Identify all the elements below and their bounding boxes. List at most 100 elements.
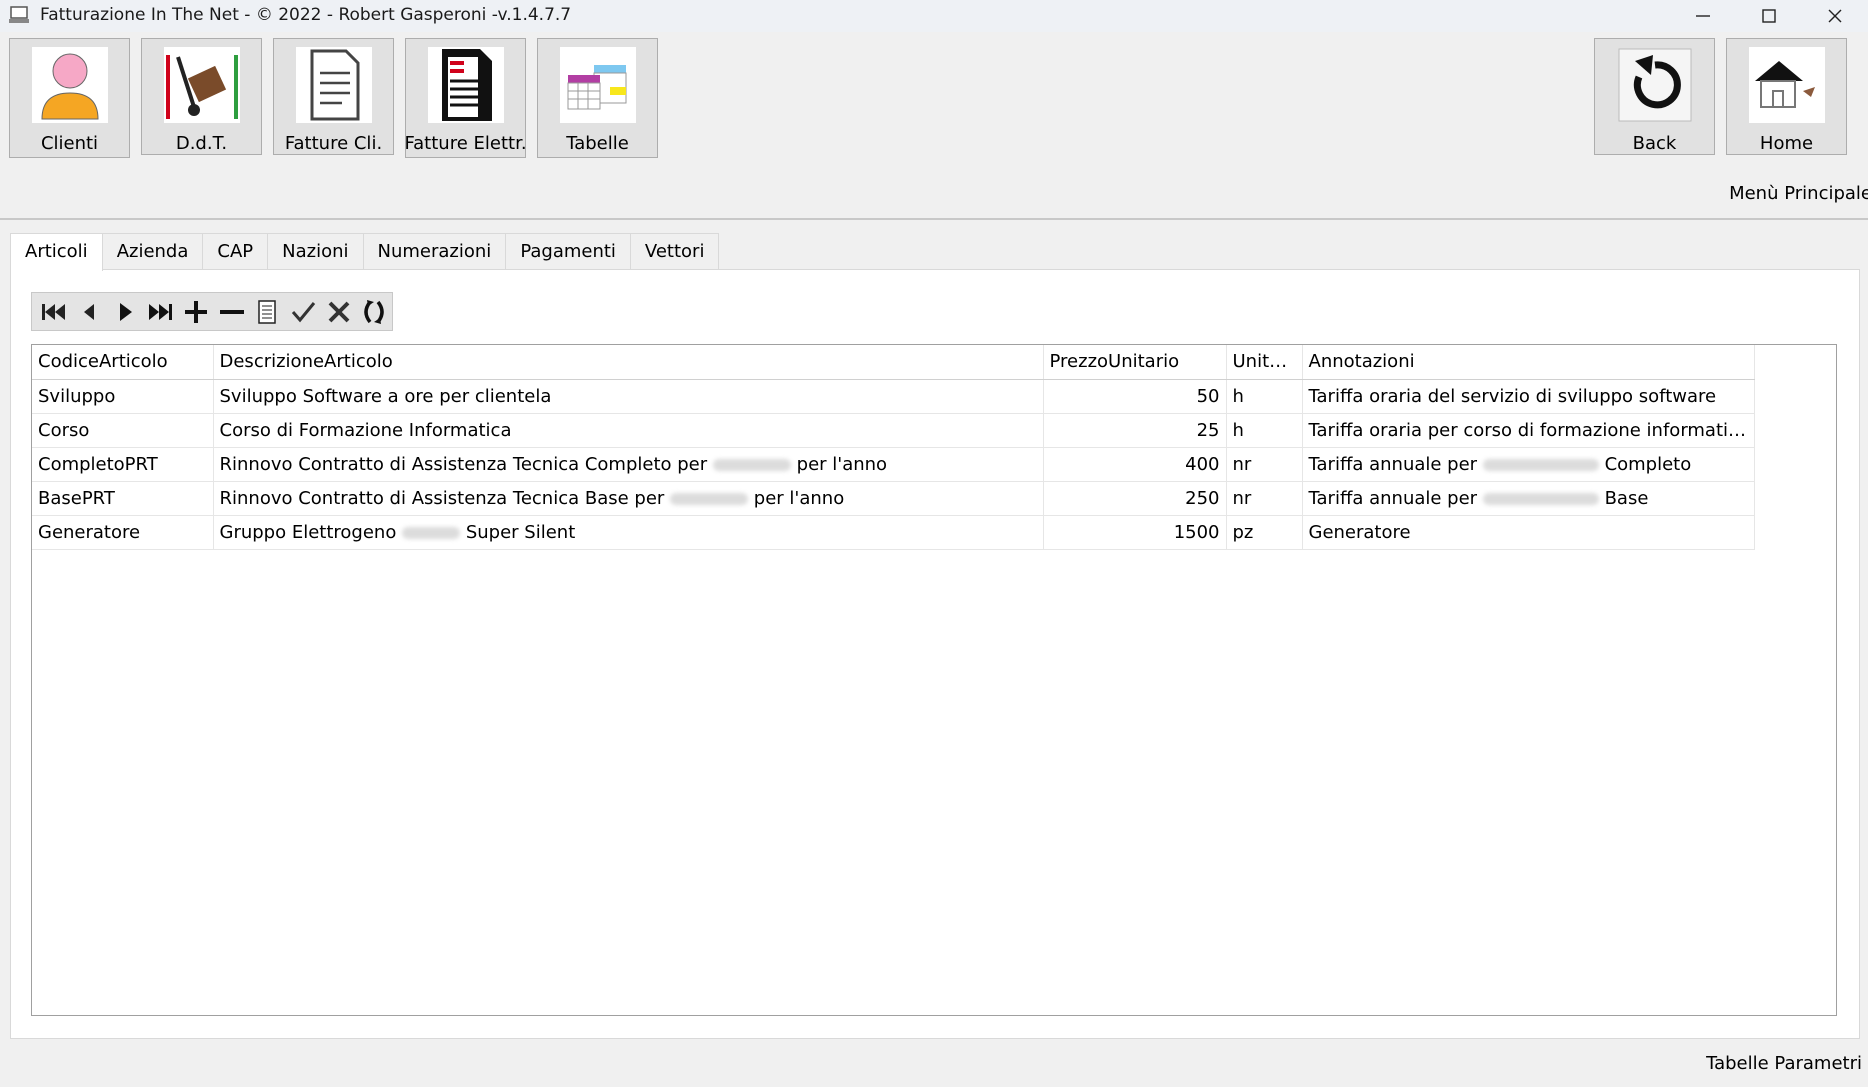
record-navigator <box>31 292 393 331</box>
first-record-button[interactable] <box>36 294 72 330</box>
table-row[interactable]: Corso Corso di Formazione Informatica 25… <box>32 413 1755 448</box>
previous-record-icon <box>84 303 95 320</box>
desc-text-end: per l'anno <box>753 487 845 509</box>
previous-record-button[interactable] <box>72 294 108 330</box>
redacted-text <box>1482 492 1599 505</box>
cell-price[interactable]: 1500 <box>1043 515 1227 550</box>
column-header-codice[interactable]: CodiceArticolo <box>32 345 214 380</box>
column-header-annotazioni[interactable]: Annotazioni <box>1302 345 1755 380</box>
cell-desc[interactable]: Rinnovo Contratto di Assistenza Tecnica … <box>213 447 1044 482</box>
table-row[interactable]: BasePRT Rinnovo Contratto di Assistenza … <box>32 481 1755 516</box>
edit-record-button[interactable] <box>250 294 286 330</box>
cell-price[interactable]: 25 <box>1043 413 1227 448</box>
tab-nazioni[interactable]: Nazioni <box>267 233 364 270</box>
next-record-icon <box>119 302 132 321</box>
close-button[interactable] <box>1802 0 1868 32</box>
cell-notes[interactable]: Tariffa annuale per Base <box>1302 481 1755 516</box>
fatture-cli-button[interactable]: Fatture Cli. <box>273 38 394 155</box>
back-button[interactable]: Back <box>1594 38 1715 155</box>
notes-text-start: Tariffa annuale per <box>1308 453 1478 475</box>
tab-cap[interactable]: CAP <box>202 233 269 270</box>
cell-notes[interactable]: Generatore <box>1302 515 1755 550</box>
refresh-button[interactable] <box>356 294 392 330</box>
cancel-record-button[interactable] <box>321 294 357 330</box>
column-header-prezzo[interactable]: PrezzoUnitario <box>1043 345 1227 380</box>
desc-text-start: Rinnovo Contratto di Assistenza Tecnica … <box>219 487 665 509</box>
save-icon <box>291 301 316 322</box>
tables-icon <box>559 47 636 123</box>
save-record-button[interactable] <box>285 294 321 330</box>
ddt-label: D.d.T. <box>175 133 228 154</box>
cell-desc[interactable]: Gruppo Elettrogeno Super Silent <box>213 515 1044 550</box>
maximize-button[interactable] <box>1736 0 1802 32</box>
cell-desc[interactable]: Rinnovo Contratto di Assistenza Tecnica … <box>213 481 1044 516</box>
redacted-text <box>402 526 461 539</box>
cell-code[interactable]: Corso <box>32 413 214 448</box>
app-laptop-icon <box>8 5 30 25</box>
column-header-unita[interactable]: Unita... <box>1226 345 1303 380</box>
cell-price[interactable]: 50 <box>1043 379 1227 414</box>
tabelle-button[interactable]: Tabelle <box>537 38 658 158</box>
articoli-table: CodiceArticolo DescrizioneArticolo Prezz… <box>32 345 1755 550</box>
cell-desc[interactable]: Corso di Formazione Informatica <box>213 413 1044 448</box>
cell-price[interactable]: 250 <box>1043 481 1227 516</box>
first-record-icon <box>41 303 65 320</box>
tab-azienda[interactable]: Azienda <box>101 233 204 270</box>
cell-notes[interactable]: Tariffa annuale per Completo <box>1302 447 1755 482</box>
status-label: Tabelle Parametri <box>1706 1053 1862 1074</box>
column-header-descrizione[interactable]: DescrizioneArticolo <box>213 345 1044 380</box>
add-record-button[interactable] <box>178 294 214 330</box>
notes-text-start: Tariffa annuale per <box>1308 487 1478 509</box>
maximize-icon <box>1762 9 1776 23</box>
redacted-text <box>670 492 749 505</box>
table-row[interactable]: Generatore Gruppo Elettrogeno Super Sile… <box>32 515 1755 550</box>
cell-code[interactable]: Generatore <box>32 515 214 550</box>
cell-unit[interactable]: pz <box>1226 515 1303 550</box>
last-record-button[interactable] <box>143 294 179 330</box>
clienti-button[interactable]: Clienti <box>9 38 130 158</box>
desc-text-start: Gruppo Elettrogeno <box>219 521 397 543</box>
table-row[interactable]: Sviluppo Sviluppo Software a ore per cli… <box>32 379 1755 414</box>
title-bar: Fatturazione In The Net - © 2022 - Rober… <box>0 0 1868 32</box>
desc-text-end: Super Silent <box>465 521 576 543</box>
notes-text-end: Base <box>1604 487 1649 509</box>
fatture-elettr-button[interactable]: Fatture Elettr. <box>404 38 527 158</box>
minimize-button[interactable] <box>1670 0 1736 32</box>
tabelle-label: Tabelle <box>566 133 629 154</box>
tab-articoli[interactable]: Articoli <box>10 233 103 271</box>
window-title: Fatturazione In The Net - © 2022 - Rober… <box>40 5 572 25</box>
cell-code[interactable]: BasePRT <box>32 481 214 516</box>
table-row[interactable]: CompletoPRT Rinnovo Contratto di Assiste… <box>32 447 1755 482</box>
fatture-cli-label: Fatture Cli. <box>284 133 383 154</box>
header-row: CodiceArticolo DescrizioneArticolo Prezz… <box>32 345 1755 380</box>
home-button[interactable]: Home <box>1726 38 1847 155</box>
tab-vettori[interactable]: Vettori <box>629 233 720 270</box>
person-icon <box>31 47 108 123</box>
cell-price[interactable]: 400 <box>1043 447 1227 482</box>
cell-unit[interactable]: nr <box>1226 481 1303 516</box>
next-record-button[interactable] <box>107 294 143 330</box>
cell-unit[interactable]: h <box>1226 379 1303 414</box>
last-record-icon <box>148 303 172 320</box>
tab-numerazioni[interactable]: Numerazioni <box>362 233 507 270</box>
delete-icon <box>219 309 244 314</box>
cell-notes[interactable]: Tariffa oraria per corso di formazione i… <box>1302 413 1755 448</box>
separator <box>0 218 1868 220</box>
ddt-button[interactable]: D.d.T. <box>141 38 262 155</box>
cell-unit[interactable]: h <box>1226 413 1303 448</box>
back-label: Back <box>1632 133 1677 154</box>
cell-notes[interactable]: Tariffa oraria del servizio di sviluppo … <box>1302 379 1755 414</box>
minimize-icon <box>1696 15 1710 17</box>
cell-unit[interactable]: nr <box>1226 447 1303 482</box>
e-invoice-icon <box>427 47 504 123</box>
cell-desc[interactable]: Sviluppo Software a ore per clientela <box>213 379 1044 414</box>
cell-code[interactable]: CompletoPRT <box>32 447 214 482</box>
document-icon <box>295 47 372 123</box>
hand-truck-icon <box>163 47 240 123</box>
articoli-panel: CodiceArticolo DescrizioneArticolo Prezz… <box>10 269 1860 1039</box>
tab-pagamenti[interactable]: Pagamenti <box>505 233 631 270</box>
cell-code[interactable]: Sviluppo <box>32 379 214 414</box>
articoli-grid[interactable]: CodiceArticolo DescrizioneArticolo Prezz… <box>31 344 1837 1016</box>
delete-record-button[interactable] <box>214 294 250 330</box>
close-icon <box>1828 9 1842 23</box>
